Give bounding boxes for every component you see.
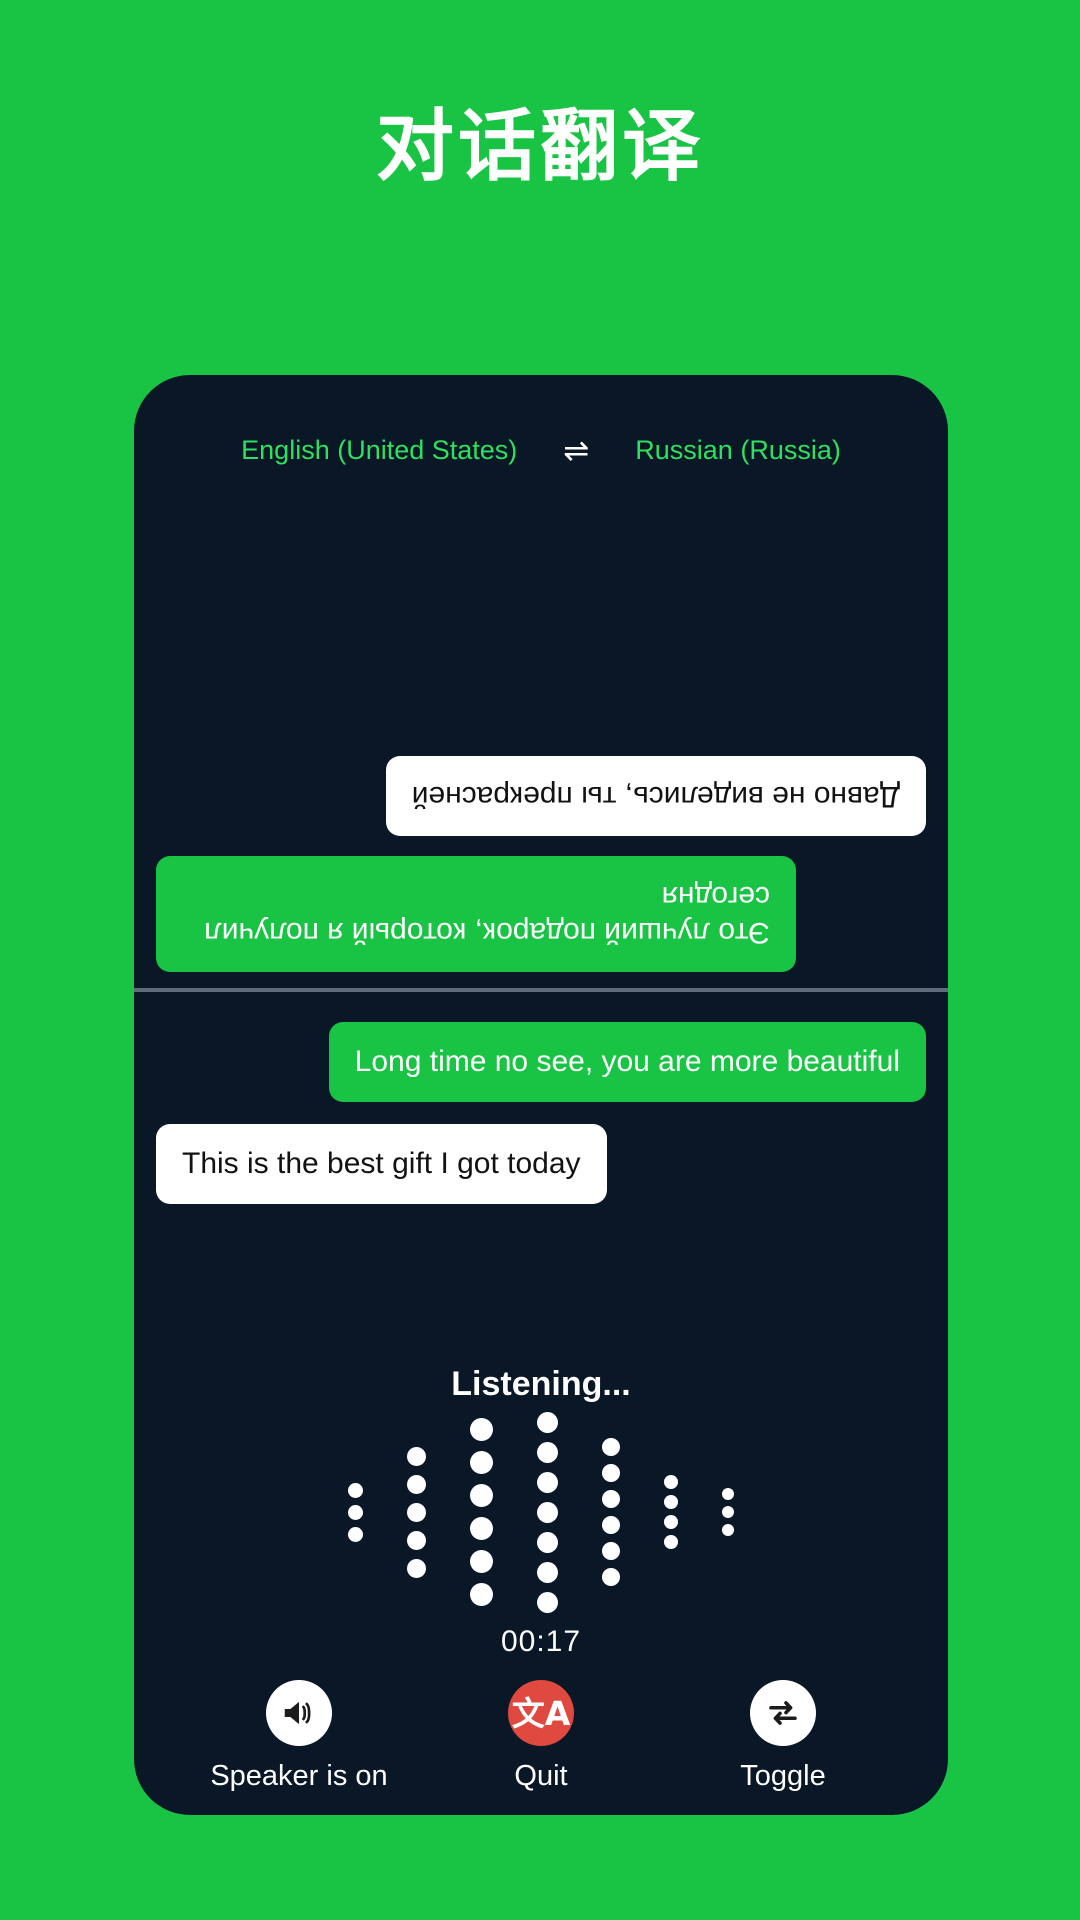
waveform-dot bbox=[602, 1568, 620, 1586]
waveform-column bbox=[537, 1411, 558, 1613]
waveform-column bbox=[722, 1488, 734, 1536]
waveform-dot bbox=[537, 1591, 558, 1613]
language-bar: English (United States) ⇌ Russian (Russi… bbox=[134, 435, 948, 466]
waveform-column bbox=[602, 1438, 620, 1586]
phone-panel: English (United States) ⇌ Russian (Russi… bbox=[134, 375, 948, 1815]
waveform-dot bbox=[664, 1535, 678, 1549]
waveform-dot bbox=[470, 1517, 493, 1540]
waveform-dot bbox=[470, 1583, 493, 1606]
waveform-dot bbox=[348, 1526, 363, 1542]
speaker-on-icon bbox=[266, 1680, 332, 1746]
source-language-selector[interactable]: English (United States) bbox=[241, 435, 517, 466]
chat-bubble[interactable]: Это лучший подарок, который я получил се… bbox=[156, 856, 796, 972]
recording-timer: 00:17 bbox=[500, 1625, 582, 1658]
chat-bubble[interactable]: This is the best gift I got today bbox=[156, 1124, 607, 1204]
waveform-dot bbox=[537, 1501, 558, 1523]
swap-arrows-icon bbox=[750, 1680, 816, 1746]
waveform-dot bbox=[407, 1502, 426, 1522]
waveform-dot bbox=[602, 1490, 620, 1508]
local-conversation-pane: Long time no see, you are more beautiful… bbox=[134, 1000, 948, 1226]
chat-bubble[interactable]: Давно не виделись, ты прекрасней bbox=[385, 756, 926, 836]
remote-conversation-pane: Это лучший подарок, который я получил се… bbox=[134, 485, 948, 988]
waveform-dot bbox=[537, 1411, 558, 1433]
waveform-dot bbox=[664, 1495, 678, 1509]
waveform-dot bbox=[602, 1438, 620, 1456]
waveform-dot bbox=[348, 1504, 363, 1520]
app-screen: 对话翻译 English (United States) ⇌ Russian (… bbox=[0, 0, 1080, 1920]
audio-waveform-visualizer bbox=[134, 1411, 948, 1613]
remote-bubble-list: Это лучший подарок, который я получил се… bbox=[134, 756, 948, 972]
waveform-dot bbox=[722, 1488, 734, 1500]
conversation-divider bbox=[134, 988, 948, 992]
speaker-button-label: Speaker is on bbox=[210, 1760, 388, 1792]
waveform-dot bbox=[602, 1542, 620, 1560]
target-language-selector[interactable]: Russian (Russia) bbox=[635, 435, 841, 466]
waveform-dot bbox=[537, 1561, 558, 1583]
waveform-dot bbox=[602, 1516, 620, 1534]
waveform-dot bbox=[407, 1530, 426, 1550]
waveform-dot bbox=[722, 1524, 734, 1536]
waveform-dot bbox=[470, 1484, 493, 1507]
waveform-dot bbox=[602, 1464, 620, 1482]
toggle-button[interactable]: Toggle bbox=[673, 1680, 893, 1793]
speaker-button[interactable]: Speaker is on bbox=[189, 1680, 409, 1793]
waveform-dot bbox=[407, 1558, 426, 1578]
waveform-dot bbox=[722, 1506, 734, 1518]
waveform-dot bbox=[537, 1531, 558, 1553]
translate-glyph: 文A bbox=[511, 1693, 571, 1733]
quit-button[interactable]: 文A Quit bbox=[431, 1680, 651, 1793]
waveform-dot bbox=[470, 1418, 493, 1441]
waveform-dot bbox=[537, 1471, 558, 1493]
waveform-dot bbox=[348, 1482, 363, 1498]
waveform-dot bbox=[470, 1550, 493, 1573]
waveform-dot bbox=[664, 1515, 678, 1529]
waveform-column bbox=[664, 1475, 678, 1549]
listening-status: Listening... bbox=[451, 1365, 631, 1403]
waveform-dot bbox=[537, 1441, 558, 1463]
waveform-column bbox=[407, 1446, 426, 1578]
chat-bubble[interactable]: Long time no see, you are more beautiful bbox=[328, 1022, 926, 1102]
waveform-dot bbox=[470, 1451, 493, 1474]
translate-icon: 文A bbox=[508, 1680, 574, 1746]
waveform-column bbox=[470, 1418, 493, 1606]
toggle-button-label: Toggle bbox=[740, 1760, 826, 1792]
swap-horizontal-icon[interactable]: ⇌ bbox=[563, 435, 589, 466]
waveform-dot bbox=[407, 1474, 426, 1494]
control-bar: Speaker is on 文A Quit Toggle bbox=[134, 1680, 948, 1793]
quit-button-label: Quit bbox=[514, 1760, 568, 1792]
page-title: 对话翻译 bbox=[375, 102, 704, 192]
waveform-dot bbox=[407, 1446, 426, 1466]
waveform-column bbox=[348, 1482, 363, 1542]
waveform-dot bbox=[664, 1475, 678, 1489]
